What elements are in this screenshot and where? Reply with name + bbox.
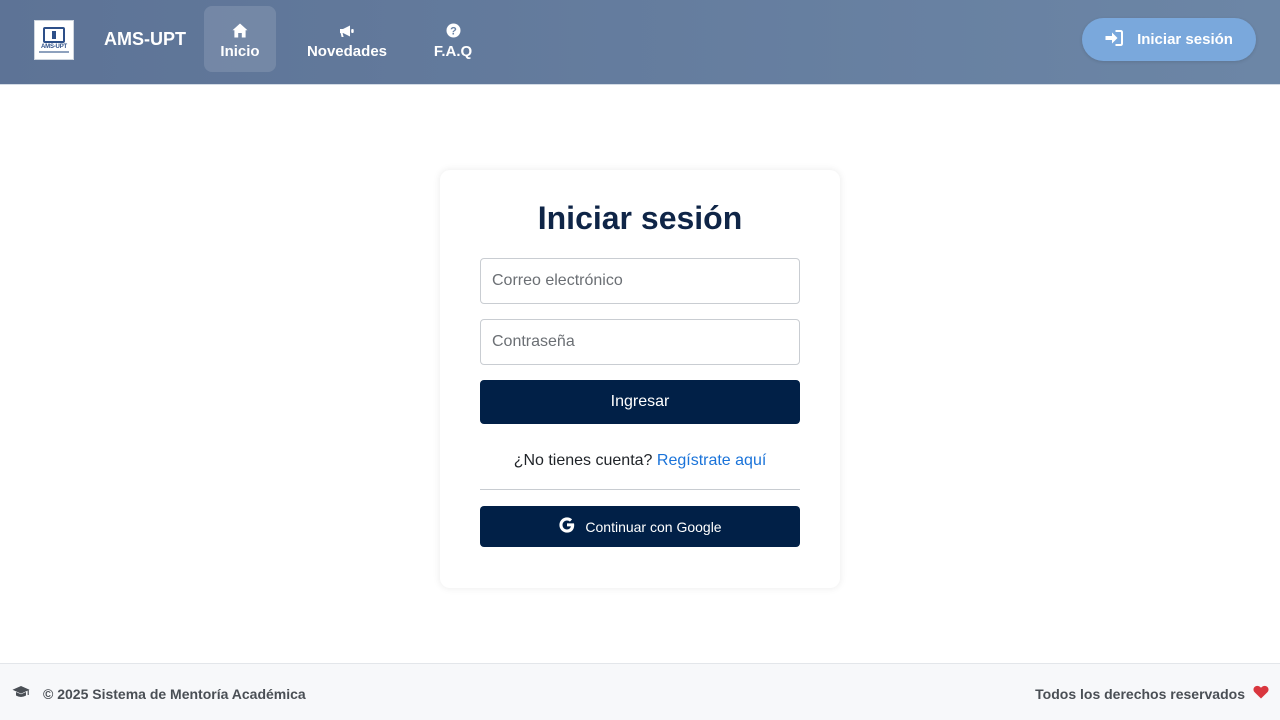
svg-text:?: ? [450, 25, 457, 37]
google-icon [558, 516, 576, 537]
nav-item-label: F.A.Q [433, 43, 473, 60]
footer-right: Todos los derechos reservados [1035, 685, 1269, 702]
google-login-button[interactable]: Continuar con Google [480, 506, 800, 547]
footer-left: © 2025 Sistema de Mentoría Académica [12, 685, 306, 702]
app-logo[interactable]: AMS-UPT [34, 20, 74, 60]
register-link[interactable]: Regístrate aquí [657, 452, 766, 469]
login-title: Iniciar sesión [537, 200, 743, 236]
sign-in-icon [1105, 29, 1124, 50]
top-navbar: AMS-UPT AMS-UPT Inicio Novedades ? F.A.Q… [0, 0, 1280, 85]
logo-underline [39, 51, 69, 53]
logo-book-icon [43, 27, 65, 43]
heart-icon [1253, 685, 1269, 702]
header-login-label: Iniciar sesión [1137, 31, 1233, 48]
submit-login-button[interactable]: Ingresar [480, 380, 800, 424]
header-login-button[interactable]: Iniciar sesión [1082, 18, 1256, 61]
copyright-text: © 2025 Sistema de Mentoría Académica [43, 685, 306, 702]
password-field[interactable] [480, 319, 800, 365]
nav-item-inicio[interactable]: Inicio [204, 6, 276, 72]
megaphone-icon [339, 18, 355, 38]
google-login-label: Continuar con Google [585, 518, 722, 535]
footer: © 2025 Sistema de Mentoría Académica Tod… [0, 663, 1280, 720]
rights-text: Todos los derechos reservados [1035, 685, 1245, 702]
logo-text: AMS-UPT [41, 44, 67, 50]
nav-item-label: Inicio [220, 43, 260, 60]
no-account-text: ¿No tienes cuenta? [513, 452, 653, 469]
question-circle-icon: ? [446, 18, 461, 38]
brand-name[interactable]: AMS-UPT [104, 29, 186, 50]
nav-item-label: Novedades [306, 43, 388, 60]
graduation-cap-icon [12, 685, 30, 702]
home-icon [232, 18, 248, 38]
login-card: Iniciar sesión Ingresar ¿No tienes cuent… [440, 170, 840, 588]
nav-item-faq[interactable]: ? F.A.Q [422, 6, 484, 72]
nav-item-novedades[interactable]: Novedades [298, 6, 396, 72]
email-field[interactable] [480, 258, 800, 304]
submit-login-label: Ingresar [610, 393, 670, 410]
divider [480, 489, 800, 490]
register-prompt: ¿No tienes cuenta? Regístrate aquí [440, 452, 840, 470]
